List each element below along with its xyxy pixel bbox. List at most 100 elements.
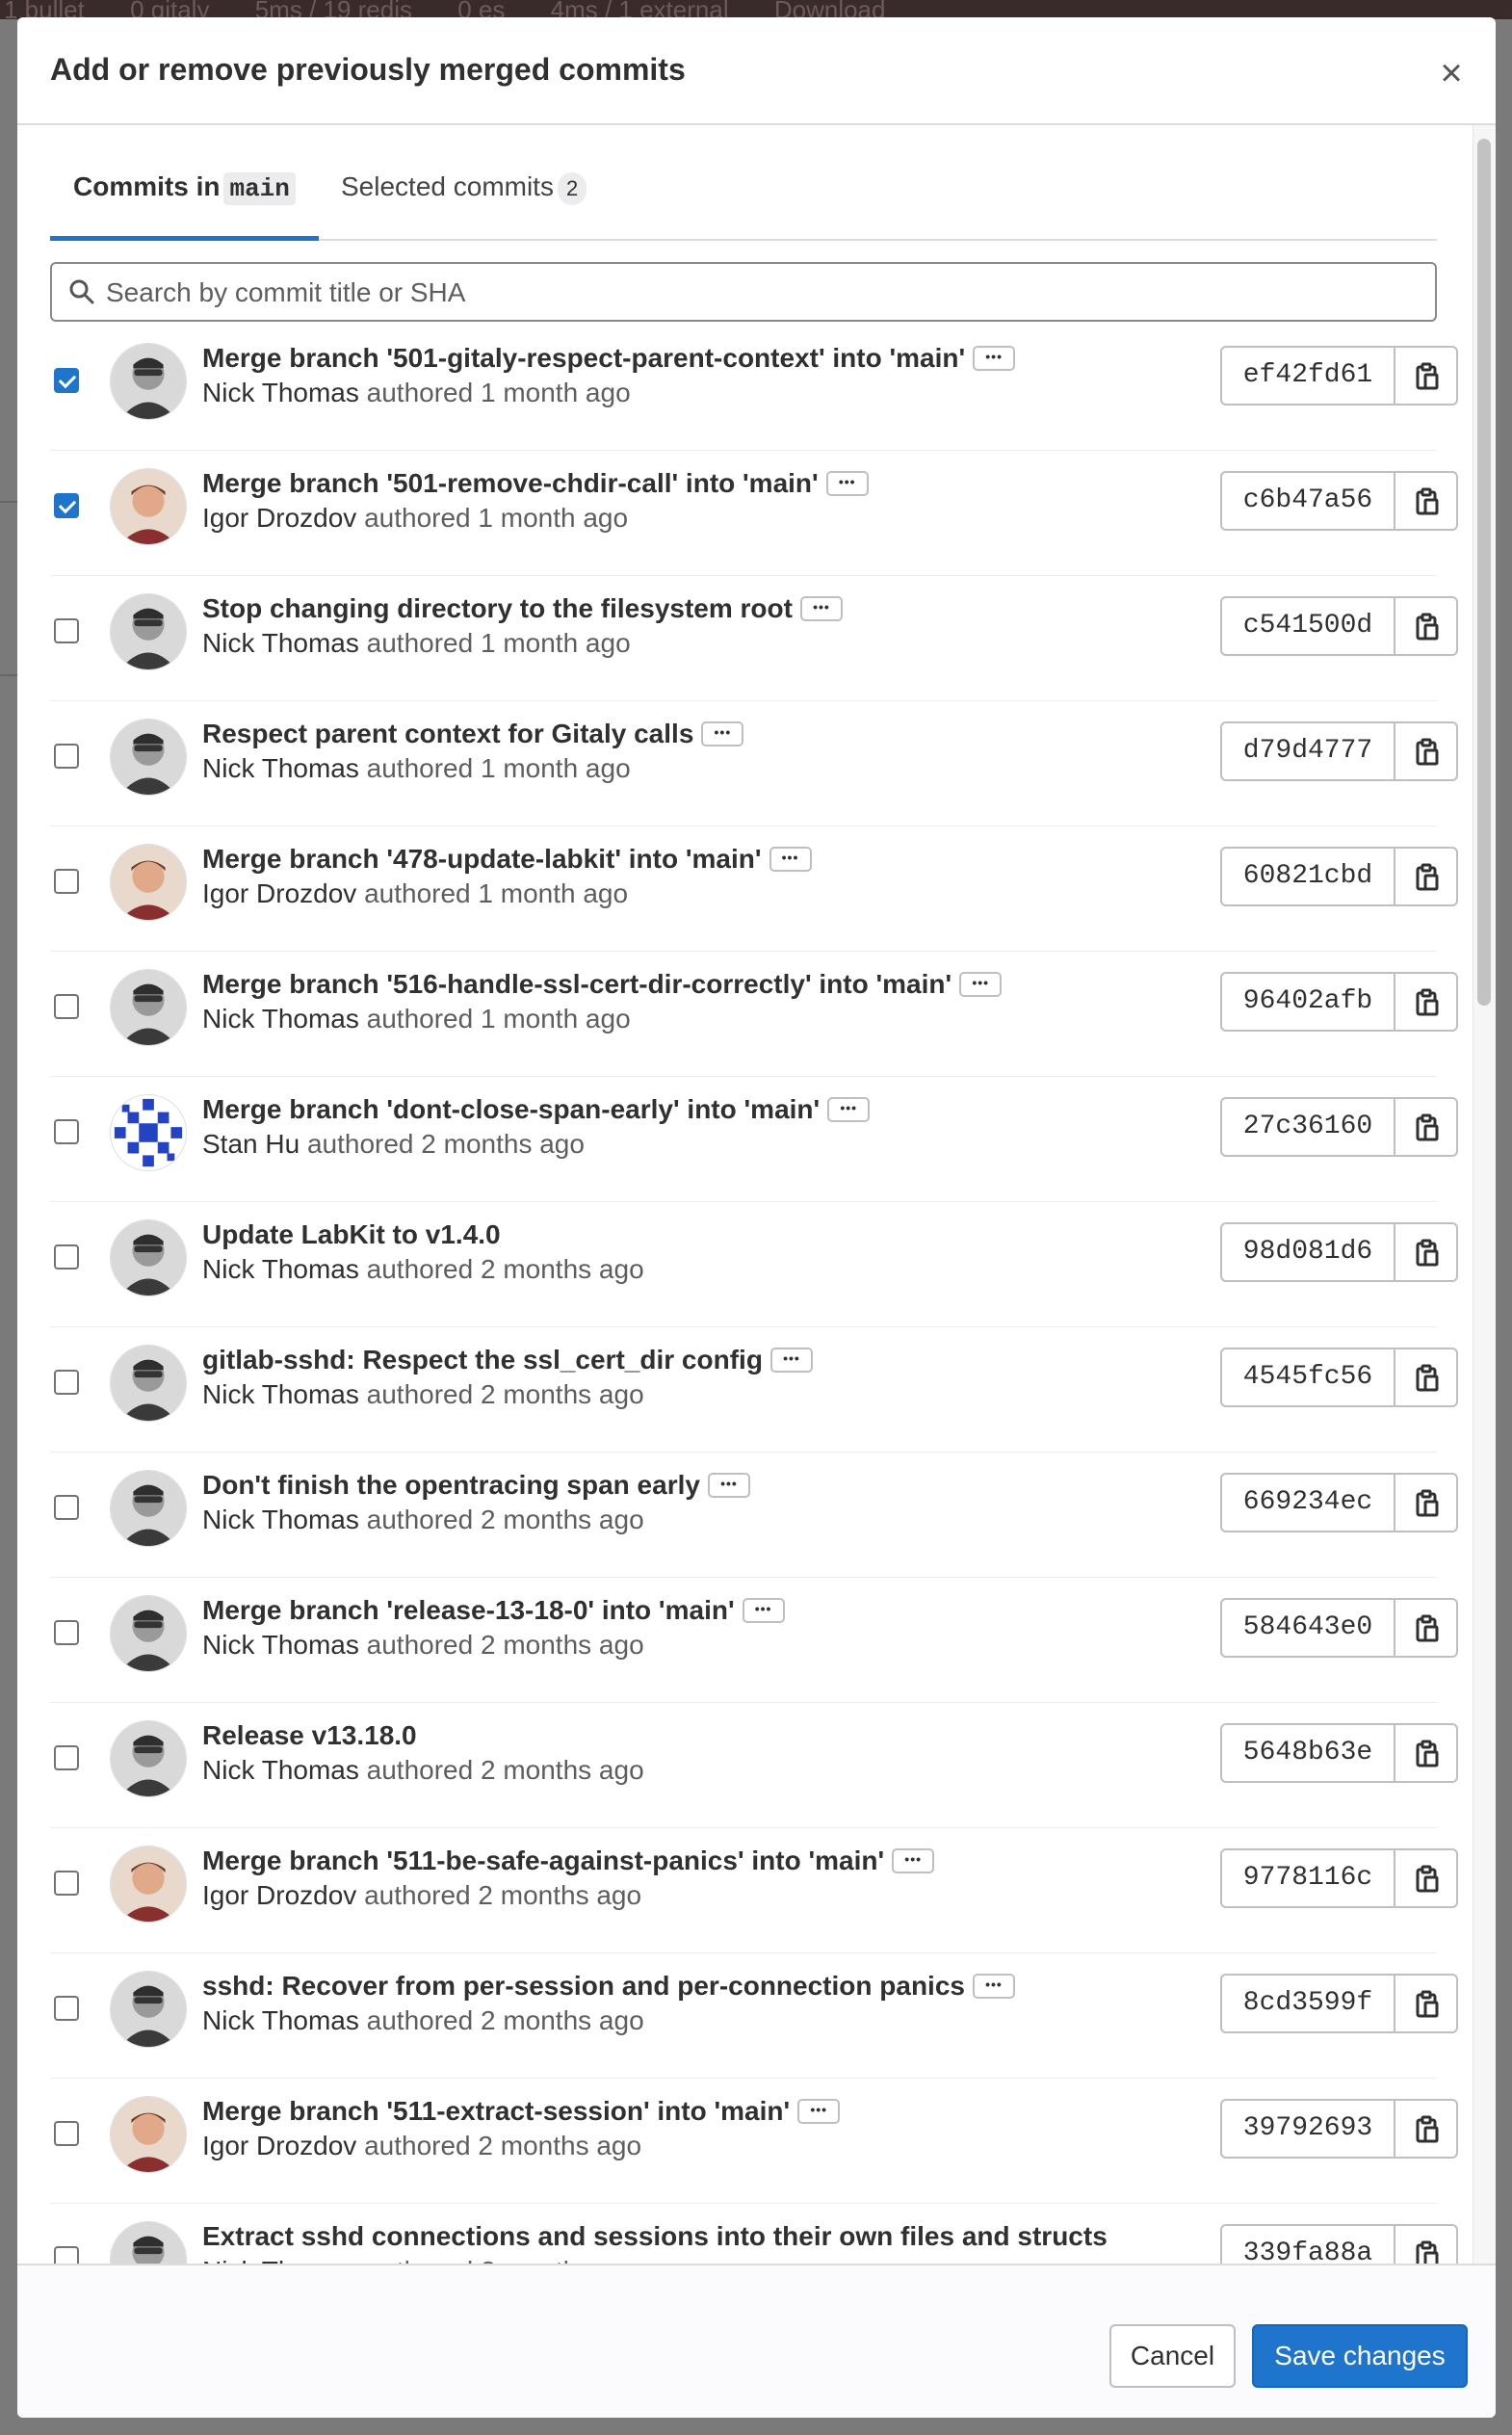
commit-sha[interactable]: 96402afb (1222, 974, 1395, 1030)
expand-description-button[interactable]: ••• (973, 345, 1016, 371)
copy-sha-button[interactable] (1395, 1349, 1456, 1405)
author-link[interactable]: Nick Thomas (202, 1254, 359, 1284)
copy-sha-button[interactable] (1395, 1976, 1456, 2031)
author-link[interactable]: Nick Thomas (202, 1755, 359, 1785)
commit-sha[interactable]: 27c36160 (1222, 1099, 1395, 1155)
author-link[interactable]: Nick Thomas (202, 1630, 359, 1660)
author-link[interactable]: Nick Thomas (202, 2005, 359, 2035)
author-link[interactable]: Nick Thomas (202, 628, 359, 658)
author-link[interactable]: Nick Thomas (202, 753, 359, 783)
commit-sha[interactable]: 60821cbd (1222, 849, 1395, 904)
copy-sha-button[interactable] (1395, 1600, 1456, 1656)
author-avatar[interactable] (110, 1846, 187, 1923)
commit-title-link[interactable]: Respect parent context for Gitaly calls •… (202, 719, 744, 749)
expand-description-button[interactable]: ••• (769, 846, 812, 872)
copy-sha-button[interactable] (1395, 2226, 1456, 2264)
commit-checkbox[interactable] (54, 1495, 79, 1520)
author-avatar[interactable] (110, 343, 187, 420)
expand-description-button[interactable]: ••• (701, 720, 744, 746)
tab-commits-in-main[interactable]: Commits in main (50, 154, 319, 241)
author-avatar[interactable] (110, 1094, 187, 1171)
commit-checkbox[interactable] (54, 994, 79, 1019)
author-link[interactable]: Igor Drozdov (202, 1880, 356, 1910)
commit-title-link[interactable]: Merge branch 'dont-close-span-early' int… (202, 1094, 871, 1125)
commit-sha[interactable]: 5648b63e (1222, 1725, 1395, 1781)
copy-sha-button[interactable] (1395, 598, 1456, 654)
author-link[interactable]: Nick Thomas (202, 1505, 359, 1534)
commit-title-link[interactable]: Extract sshd connections and sessions in… (202, 2221, 1108, 2252)
author-link[interactable]: Stan Hu (202, 1129, 300, 1159)
author-avatar[interactable] (110, 1595, 187, 1672)
author-avatar[interactable] (110, 1470, 187, 1547)
commit-title-link[interactable]: Merge branch 'release-13-18-0' into 'mai… (202, 1595, 785, 1626)
copy-sha-button[interactable] (1395, 723, 1456, 779)
author-avatar[interactable] (110, 1345, 187, 1422)
commit-checkbox[interactable] (54, 869, 79, 894)
expand-description-button[interactable]: ••• (827, 1096, 871, 1122)
commit-title-link[interactable]: Release v13.18.0 (202, 1720, 417, 1751)
commit-title-link[interactable]: Stop changing directory to the filesyste… (202, 593, 843, 624)
author-avatar[interactable] (110, 1720, 187, 1797)
expand-description-button[interactable]: ••• (972, 1973, 1015, 1999)
copy-sha-button[interactable] (1395, 2101, 1456, 2157)
expand-description-button[interactable]: ••• (825, 470, 869, 496)
author-avatar[interactable] (110, 969, 187, 1046)
commit-title-link[interactable]: Update LabKit to v1.4.0 (202, 1219, 501, 1250)
author-avatar[interactable] (110, 2096, 187, 2173)
expand-description-button[interactable]: ••• (707, 1472, 750, 1498)
commit-checkbox[interactable] (54, 2121, 79, 2146)
expand-description-button[interactable]: ••• (797, 2098, 841, 2124)
author-avatar[interactable] (110, 1971, 187, 2048)
commit-checkbox[interactable] (54, 368, 79, 393)
copy-sha-button[interactable] (1395, 1224, 1456, 1280)
commit-checkbox[interactable] (54, 2246, 79, 2264)
commit-title-link[interactable]: Merge branch '511-extract-session' into … (202, 2096, 841, 2127)
scrollbar[interactable] (1473, 125, 1496, 2264)
commit-title-link[interactable]: Merge branch '516-handle-ssl-cert-dir-co… (202, 969, 1003, 1000)
author-avatar[interactable] (110, 1219, 187, 1296)
author-link[interactable]: Igor Drozdov (202, 2131, 356, 2160)
close-icon[interactable]: × (1430, 52, 1473, 94)
commit-checkbox[interactable] (54, 744, 79, 769)
cancel-button[interactable]: Cancel (1109, 2324, 1236, 2388)
commit-title-link[interactable]: Don't finish the opentracing span early •… (202, 1470, 750, 1501)
commit-title-link[interactable]: Merge branch '478-update-labkit' into 'm… (202, 844, 812, 875)
expand-description-button[interactable]: ••• (892, 1847, 935, 1873)
commit-sha[interactable]: ef42fd61 (1222, 348, 1395, 404)
commit-title-link[interactable]: gitlab-sshd: Respect the ssl_cert_dir co… (202, 1345, 813, 1375)
commit-sha[interactable]: 669234ec (1222, 1475, 1395, 1531)
commit-sha[interactable]: 9778116c (1222, 1850, 1395, 1906)
copy-sha-button[interactable] (1395, 1725, 1456, 1781)
author-avatar[interactable] (110, 468, 187, 545)
commit-checkbox[interactable] (54, 1244, 79, 1270)
author-link[interactable]: Nick Thomas (202, 378, 359, 407)
author-avatar[interactable] (110, 593, 187, 670)
copy-sha-button[interactable] (1395, 1850, 1456, 1906)
commit-sha[interactable]: 584643e0 (1222, 1600, 1395, 1656)
search-input[interactable] (104, 264, 1418, 322)
commit-sha[interactable]: c6b47a56 (1222, 473, 1395, 529)
author-avatar[interactable] (110, 844, 187, 921)
author-link[interactable]: Nick Thomas (202, 1379, 359, 1409)
copy-sha-button[interactable] (1395, 974, 1456, 1030)
commit-title-link[interactable]: Merge branch '511-be-safe-against-panics… (202, 1846, 935, 1876)
save-changes-button[interactable]: Save changes (1252, 2324, 1468, 2388)
commit-checkbox[interactable] (54, 1871, 79, 1896)
copy-sha-button[interactable] (1395, 348, 1456, 404)
author-link[interactable]: Nick Thomas (202, 2256, 359, 2264)
expand-description-button[interactable]: ••• (799, 595, 843, 621)
commit-sha[interactable]: 339fa88a (1222, 2226, 1395, 2264)
commit-checkbox[interactable] (54, 1620, 79, 1645)
copy-sha-button[interactable] (1395, 473, 1456, 529)
commit-sha[interactable]: 39792693 (1222, 2101, 1395, 2157)
author-link[interactable]: Nick Thomas (202, 1004, 359, 1034)
commit-checkbox[interactable] (54, 1996, 79, 2021)
author-avatar[interactable] (110, 2221, 187, 2264)
author-link[interactable]: Igor Drozdov (202, 503, 356, 533)
commit-title-link[interactable]: Merge branch '501-remove-chdir-call' int… (202, 468, 869, 499)
expand-description-button[interactable]: ••• (769, 1347, 813, 1373)
commit-sha[interactable]: 8cd3599f (1222, 1976, 1395, 2031)
author-link[interactable]: Igor Drozdov (202, 878, 356, 908)
commit-checkbox[interactable] (54, 493, 79, 518)
expand-description-button[interactable]: ••• (742, 1597, 785, 1623)
